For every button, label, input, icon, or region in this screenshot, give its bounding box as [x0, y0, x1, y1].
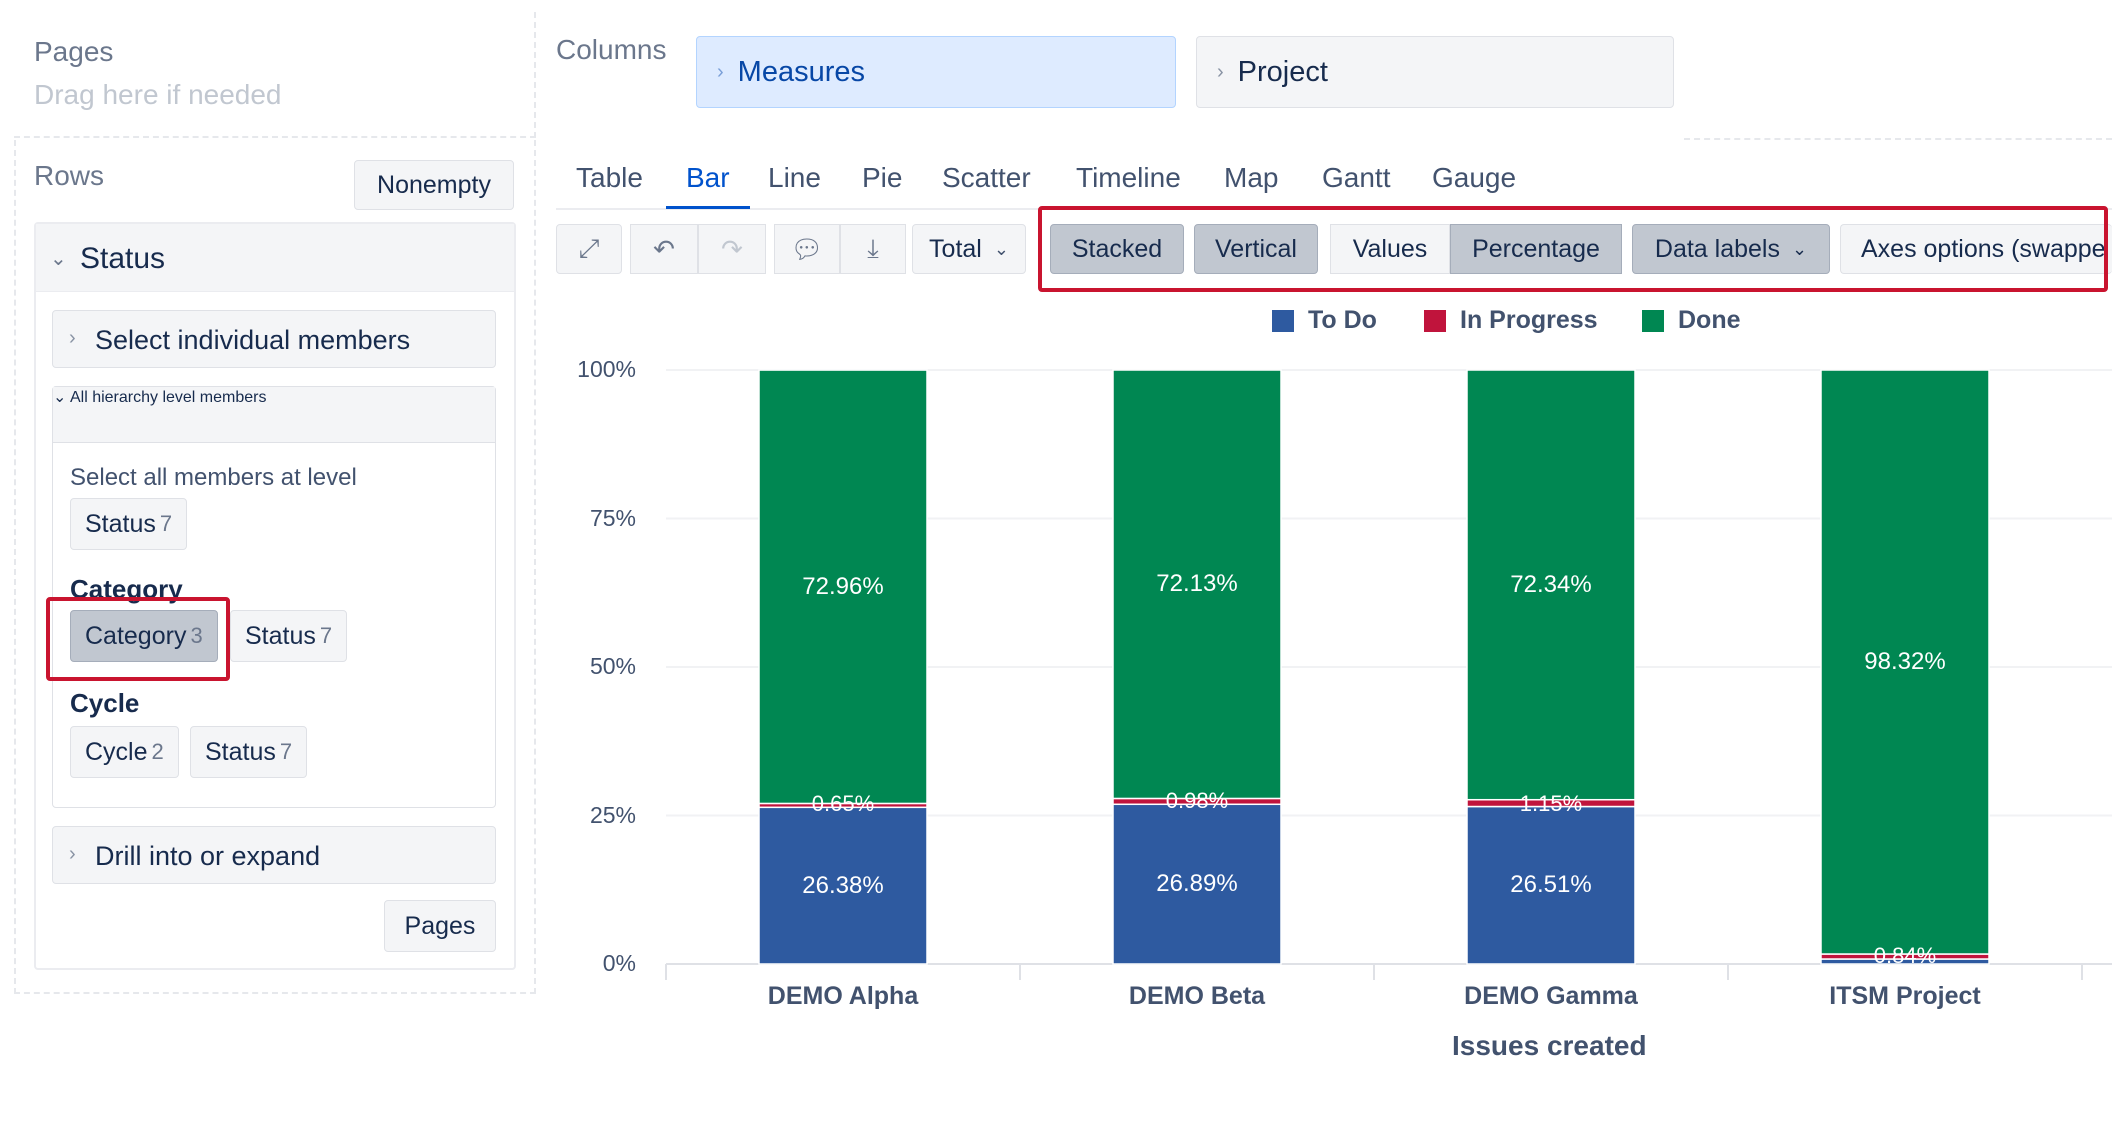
y-tick-label: 50%: [589, 653, 636, 679]
category-label: ITSM Project: [1829, 982, 1981, 1010]
bar-chart: [665, 369, 2112, 980]
category-label: DEMO Beta: [1128, 982, 1266, 1010]
y-tick-label: 100%: [577, 356, 636, 382]
x-axis-title: Issues created: [1452, 1030, 1647, 1061]
data-label-done: 98.32%: [1864, 648, 1946, 675]
data-label-done: 72.13%: [1156, 570, 1238, 598]
data-label-todo: 26.51%: [1510, 871, 1592, 899]
data-label-done: 72.34%: [1510, 570, 1592, 598]
category-label: DEMO Gamma: [1464, 982, 1638, 1010]
y-tick-label: 25%: [589, 801, 636, 828]
data-label-todo: 26.38%: [802, 871, 884, 899]
data-label-in-progress: 0.98%: [1165, 788, 1229, 814]
data-label-done: 72.96%: [802, 572, 884, 600]
y-tick-label: 0%: [602, 950, 636, 976]
data-label-in-progress: 0.84%: [1873, 943, 1937, 968]
data-label-todo: 26.89%: [1156, 870, 1238, 898]
data-label-in-progress: 1.15%: [1519, 790, 1583, 816]
category-label: DEMO Alpha: [767, 982, 919, 1010]
y-tick-label: 75%: [589, 504, 636, 531]
data-label-in-progress: 0.65%: [811, 791, 875, 817]
